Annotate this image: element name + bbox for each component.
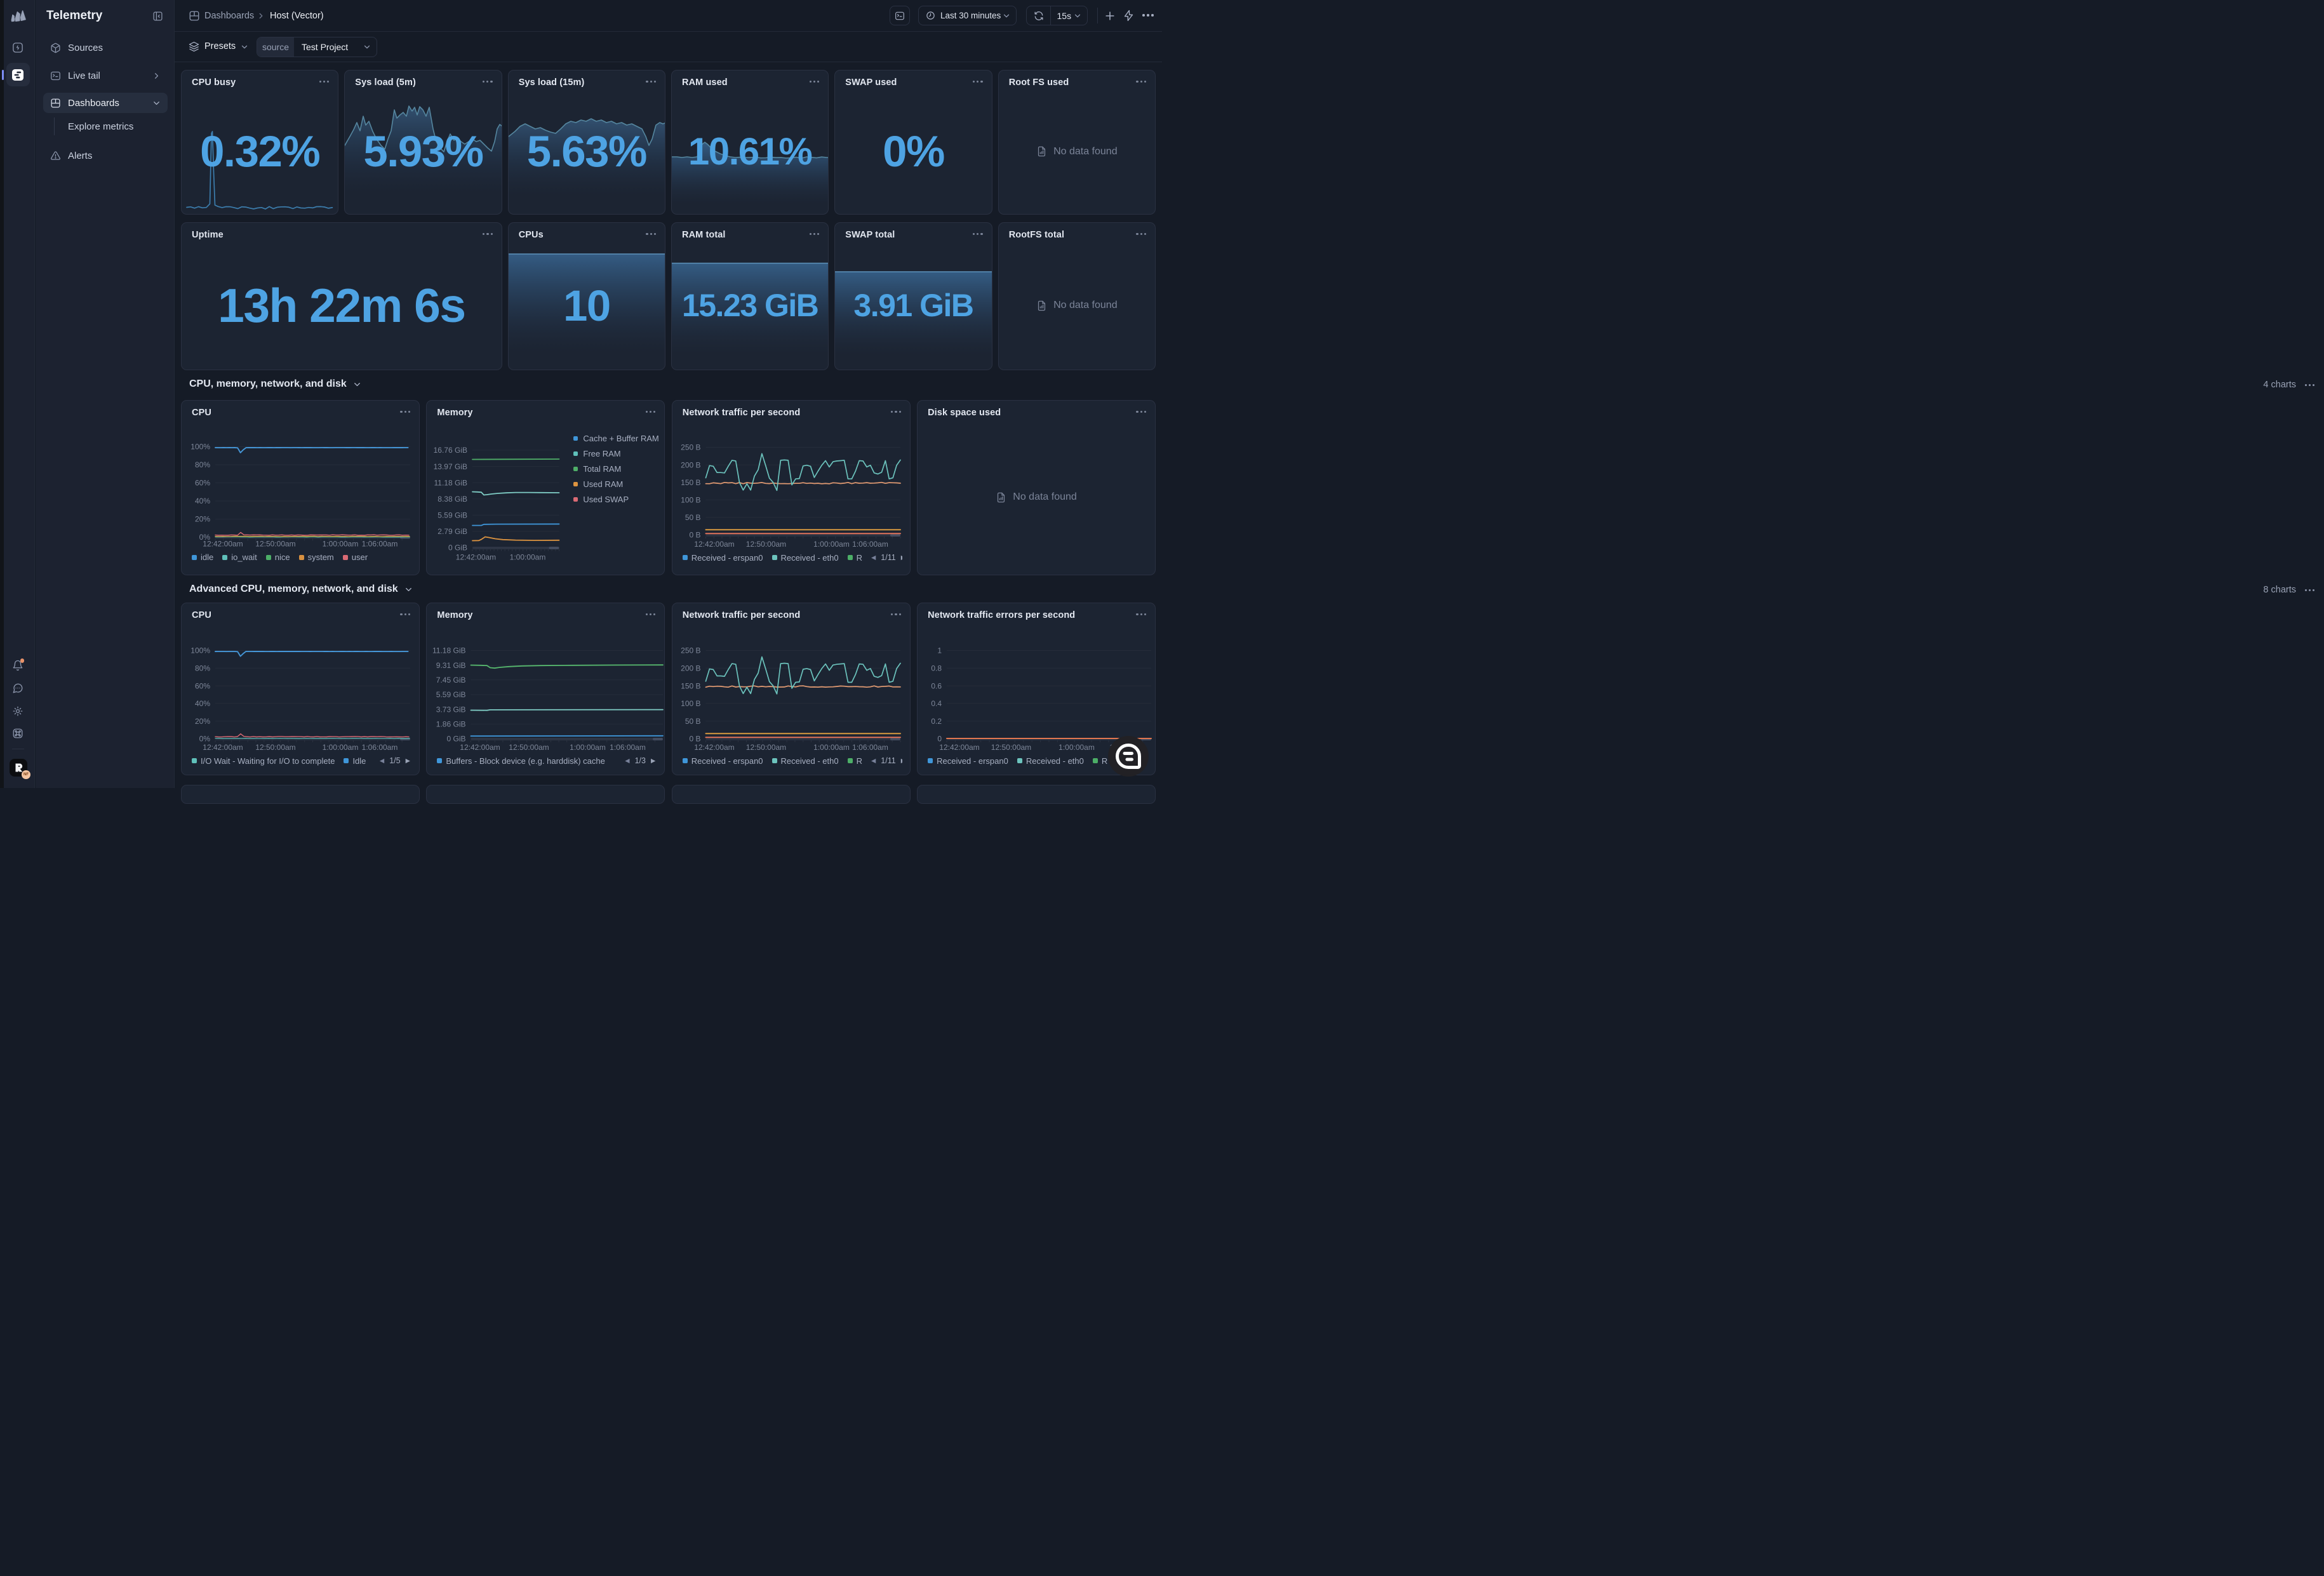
svg-text:12:50:00am: 12:50:00am (255, 540, 295, 549)
svg-text:80%: 80% (195, 664, 210, 673)
svg-text:12:42:00am: 12:42:00am (460, 743, 500, 752)
svg-text:100 B: 100 B (681, 496, 700, 505)
svg-text:1:06:00am: 1:06:00am (362, 540, 398, 549)
svg-text:1:00:00am: 1:00:00am (813, 540, 850, 549)
svg-text:1:00:00am: 1:00:00am (510, 553, 546, 562)
svg-text:12:42:00am: 12:42:00am (694, 743, 734, 752)
svg-text:0.6: 0.6 (931, 681, 942, 690)
svg-text:250 B: 250 B (681, 443, 700, 452)
svg-text:12:42:00am: 12:42:00am (694, 540, 734, 549)
svg-text:8.38 GiB: 8.38 GiB (438, 495, 468, 504)
svg-text:12:42:00am: 12:42:00am (939, 743, 979, 752)
svg-text:50 B: 50 B (685, 513, 701, 522)
svg-text:16.76 GiB: 16.76 GiB (434, 446, 467, 455)
svg-text:0 GiB: 0 GiB (448, 544, 467, 552)
svg-text:1: 1 (937, 646, 942, 655)
svg-text:12:42:00am: 12:42:00am (203, 743, 243, 752)
svg-text:1:06:00am: 1:06:00am (362, 743, 398, 752)
svg-text:100 B: 100 B (681, 699, 700, 708)
svg-text:1:06:00am: 1:06:00am (610, 743, 646, 752)
svg-text:12:42:00am: 12:42:00am (203, 540, 243, 549)
svg-text:1:06:00am: 1:06:00am (852, 743, 888, 752)
svg-text:11.18 GiB: 11.18 GiB (432, 646, 465, 655)
svg-text:20%: 20% (195, 717, 210, 726)
svg-text:50 B: 50 B (685, 717, 701, 726)
svg-text:12:50:00am: 12:50:00am (746, 540, 786, 549)
svg-text:12:50:00am: 12:50:00am (991, 743, 1031, 752)
svg-text:200 B: 200 B (681, 460, 700, 469)
svg-text:0.4: 0.4 (931, 699, 942, 708)
svg-text:150 B: 150 B (681, 478, 700, 487)
svg-text:100%: 100% (190, 646, 210, 655)
svg-text:150 B: 150 B (681, 681, 700, 690)
svg-text:5.59 GiB: 5.59 GiB (436, 690, 466, 699)
svg-text:0.8: 0.8 (931, 664, 942, 673)
svg-text:250 B: 250 B (681, 646, 700, 655)
svg-text:0%: 0% (199, 735, 211, 744)
svg-text:9.31 GiB: 9.31 GiB (436, 661, 466, 670)
svg-text:2.79 GiB: 2.79 GiB (438, 527, 468, 536)
svg-text:0 B: 0 B (689, 735, 700, 744)
svg-text:1.86 GiB: 1.86 GiB (436, 720, 466, 729)
svg-text:0 B: 0 B (689, 531, 700, 540)
svg-text:100%: 100% (190, 443, 210, 451)
svg-text:200 B: 200 B (681, 664, 700, 673)
svg-text:5.59 GiB: 5.59 GiB (438, 511, 468, 520)
svg-text:11.18 GiB: 11.18 GiB (434, 478, 467, 487)
svg-text:80%: 80% (195, 460, 210, 469)
svg-text:0 GiB: 0 GiB (447, 735, 466, 744)
svg-text:3.73 GiB: 3.73 GiB (436, 705, 466, 714)
svg-text:40%: 40% (195, 497, 210, 505)
svg-text:40%: 40% (195, 699, 210, 708)
svg-text:0.2: 0.2 (931, 717, 942, 726)
svg-text:60%: 60% (195, 479, 210, 488)
svg-text:1:00:00am: 1:00:00am (323, 743, 359, 752)
svg-text:1:00:00am: 1:00:00am (323, 540, 359, 549)
svg-text:13.97 GiB: 13.97 GiB (434, 462, 467, 471)
svg-text:1:00:00am: 1:00:00am (813, 743, 850, 752)
svg-text:12:50:00am: 12:50:00am (746, 743, 786, 752)
svg-text:12:50:00am: 12:50:00am (509, 743, 549, 752)
svg-text:12:42:00am: 12:42:00am (456, 553, 496, 562)
svg-text:1:06:00am: 1:06:00am (852, 540, 888, 549)
svg-text:20%: 20% (195, 515, 210, 524)
svg-text:1:00:00am: 1:00:00am (1058, 743, 1095, 752)
svg-text:1:00:00am: 1:00:00am (570, 743, 606, 752)
svg-text:12:50:00am: 12:50:00am (255, 743, 295, 752)
svg-text:0: 0 (937, 735, 942, 744)
svg-text:7.45 GiB: 7.45 GiB (436, 676, 466, 684)
svg-text:60%: 60% (195, 681, 210, 690)
